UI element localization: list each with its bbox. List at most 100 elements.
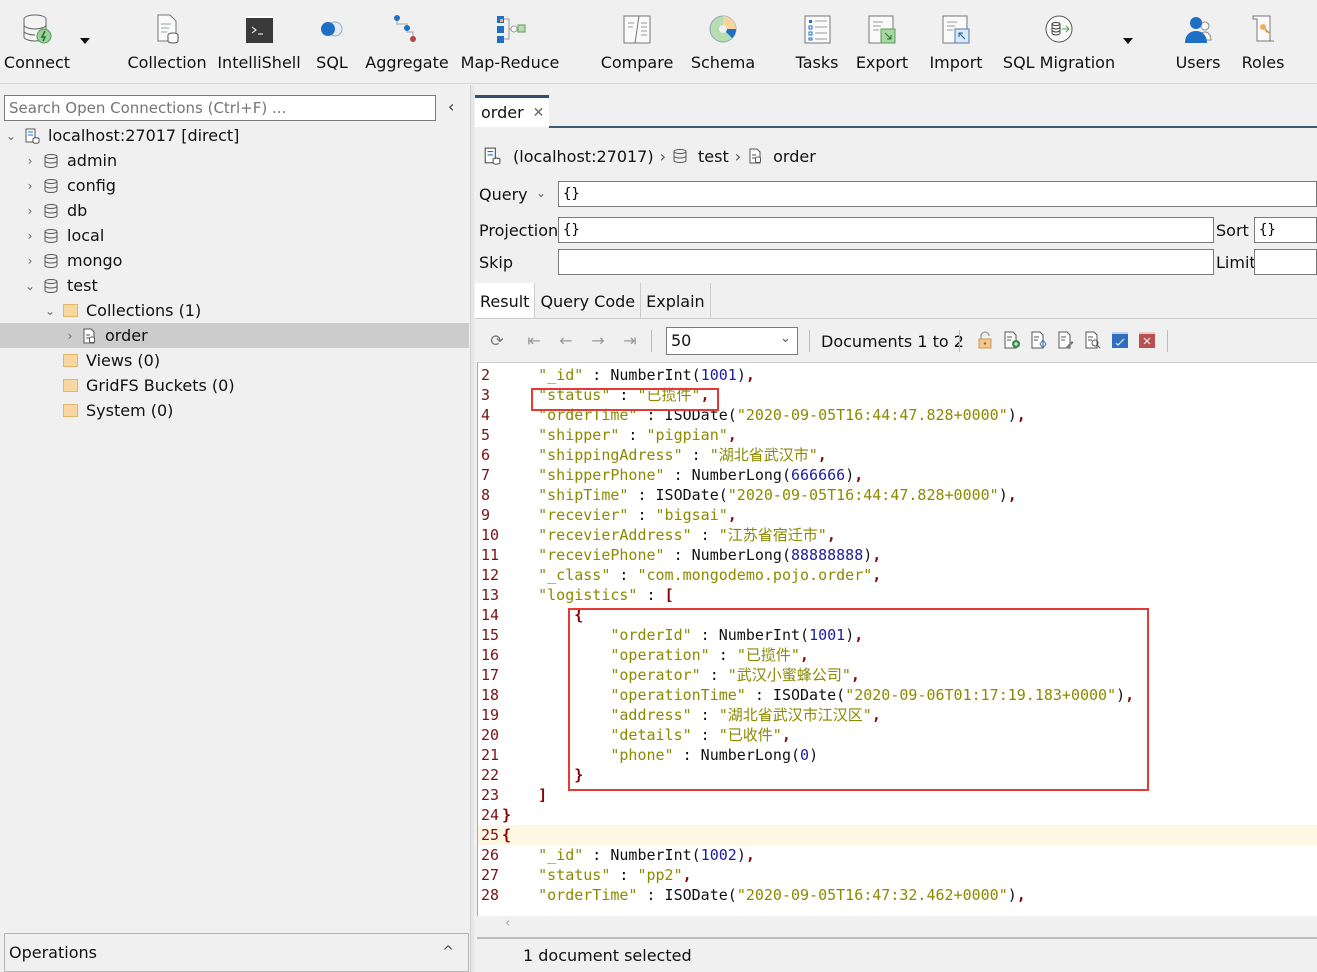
chevron-right-icon[interactable]: › xyxy=(23,154,37,168)
code-line[interactable]: 28 "orderTime" : ISODate("2020-09-05T16:… xyxy=(478,885,1317,905)
breadcrumb-collection[interactable]: order xyxy=(773,147,816,166)
page-size-select[interactable]: 50 ⌄ xyxy=(666,327,798,355)
chevron-down-icon[interactable]: ⌄ xyxy=(23,279,37,293)
code-line[interactable]: 6 "shippingAdress" : "湖北省武汉市", xyxy=(478,445,1317,465)
aggregate-button[interactable]: Aggregate xyxy=(365,12,449,76)
code-line[interactable]: 5 "shipper" : "pigpian", xyxy=(478,425,1317,445)
skip-input[interactable] xyxy=(558,249,1214,275)
intellishell-button[interactable]: IntelliShell xyxy=(217,12,301,76)
json-result-editor[interactable]: 28 "orderTime" : ISODate("2020-09-05T16:… xyxy=(477,362,1317,916)
connect-button[interactable]: Connect xyxy=(4,12,70,76)
tree-db-config[interactable]: › config xyxy=(0,173,469,198)
tab-order[interactable]: order ✕ xyxy=(475,95,549,127)
chevron-up-icon[interactable]: ^ xyxy=(442,944,454,960)
skip-label: Skip xyxy=(479,253,514,272)
query-input[interactable] xyxy=(558,181,1317,207)
line-number: 24 xyxy=(481,806,500,824)
chevron-right-icon[interactable]: › xyxy=(23,179,37,193)
chevron-right-icon[interactable]: › xyxy=(23,204,37,218)
roles-icon xyxy=(1246,12,1280,46)
chevron-right-icon[interactable]: › xyxy=(23,254,37,268)
sql-migration-button[interactable]: SQL Migration xyxy=(1003,12,1115,76)
horizontal-scrollbar[interactable]: ‹ xyxy=(477,915,1317,932)
line-number: 27 xyxy=(481,866,500,884)
query-history-chevron-icon[interactable]: ⌄ xyxy=(536,186,546,200)
code-line[interactable]: 12 "_class" : "com.mongodemo.pojo.order"… xyxy=(478,565,1317,585)
tree-views-folder[interactable]: Views (0) xyxy=(0,348,469,373)
code-line[interactable]: 11 "receviePhone" : NumberLong(88888888)… xyxy=(478,545,1317,565)
sql-button[interactable]: SQL xyxy=(313,12,351,76)
chevron-right-icon[interactable]: › xyxy=(63,329,77,343)
delete-icon[interactable] xyxy=(1138,331,1156,349)
map-reduce-button[interactable]: Map-Reduce xyxy=(461,12,559,76)
schema-button[interactable]: Schema xyxy=(691,12,755,76)
line-number: 11 xyxy=(481,546,500,564)
tree-db-mongo[interactable]: › mongo xyxy=(0,248,469,273)
collection-button[interactable]: Collection xyxy=(127,12,207,76)
tree-gridfs-folder[interactable]: GridFS Buckets (0) xyxy=(0,373,469,398)
chevron-right-icon[interactable]: › xyxy=(23,229,37,243)
tab-explain[interactable]: Explain xyxy=(641,283,711,319)
last-page-icon[interactable]: ⇥ xyxy=(621,331,639,350)
code-token: , xyxy=(826,526,836,544)
lock-icon[interactable] xyxy=(976,331,994,349)
close-tab-icon[interactable]: ✕ xyxy=(533,105,545,121)
scroll-left-icon[interactable]: ‹ xyxy=(505,915,511,931)
breadcrumb-database[interactable]: test xyxy=(698,147,729,166)
tree-connection[interactable]: ⌄ localhost:27017 [direct] xyxy=(0,123,469,148)
first-page-icon[interactable]: ⇤ xyxy=(525,331,543,350)
tree-db-test[interactable]: ⌄ test xyxy=(0,273,469,298)
tree-collection-order[interactable]: › order xyxy=(0,323,469,348)
validate-icon[interactable] xyxy=(1111,331,1129,349)
tree-db-db[interactable]: › db xyxy=(0,198,469,223)
users-button[interactable]: Users xyxy=(1176,12,1220,76)
code-line[interactable]: 25{ xyxy=(478,825,1317,845)
collapse-panel-icon[interactable]: ‹ xyxy=(448,97,454,116)
previous-page-icon[interactable]: ← xyxy=(557,331,575,350)
code-line[interactable]: 9 "recevier" : "bigsai", xyxy=(478,505,1317,525)
code-token: ) xyxy=(736,366,746,384)
operations-panel[interactable]: Operations ^ xyxy=(4,933,469,972)
sort-input[interactable] xyxy=(1254,217,1317,243)
code-token: , xyxy=(727,506,737,524)
tab-query-code[interactable]: Query Code xyxy=(535,283,642,319)
search-connections-input[interactable] xyxy=(4,95,436,121)
clone-document-icon[interactable] xyxy=(1030,331,1048,349)
code-token: 1001 xyxy=(700,366,737,384)
export-button[interactable]: Export xyxy=(855,12,909,76)
code-line[interactable]: 7 "shipperPhone" : NumberLong(666666), xyxy=(478,465,1317,485)
tab-result[interactable]: Result xyxy=(475,283,536,319)
projection-input[interactable] xyxy=(558,217,1214,243)
code-line[interactable]: 2 "_id" : NumberInt(1001), xyxy=(478,365,1317,385)
compare-button[interactable]: Compare xyxy=(601,12,673,76)
connect-dropdown-arrow[interactable] xyxy=(80,38,90,44)
tasks-button[interactable]: Tasks xyxy=(795,12,839,76)
line-number: 21 xyxy=(481,746,500,764)
add-document-icon[interactable] xyxy=(1003,331,1021,349)
edit-document-icon[interactable] xyxy=(1057,331,1075,349)
next-page-icon[interactable]: → xyxy=(589,331,607,350)
tree-system-folder[interactable]: System (0) xyxy=(0,398,469,423)
code-line[interactable]: 27 "status" : "pp2", xyxy=(478,865,1317,885)
refresh-icon[interactable]: ⟳ xyxy=(488,331,506,350)
code-line[interactable]: 10 "recevierAddress" : "江苏省宿迁市", xyxy=(478,525,1317,545)
code-line[interactable]: 8 "shipTime" : ISODate("2020-09-05T16:44… xyxy=(478,485,1317,505)
panel-splitter[interactable] xyxy=(470,85,474,972)
import-button[interactable]: Import xyxy=(928,12,984,76)
code-token: , xyxy=(745,366,755,384)
code-line[interactable]: 26 "_id" : NumberInt(1002), xyxy=(478,845,1317,865)
code-token: "bigsai" xyxy=(655,506,728,524)
breadcrumb-server[interactable]: (localhost:27017) xyxy=(513,147,654,166)
code-line[interactable]: 24} xyxy=(478,805,1317,825)
view-document-icon[interactable] xyxy=(1084,331,1102,349)
sql-migration-dropdown-arrow[interactable] xyxy=(1123,38,1133,44)
tree-collections-folder[interactable]: ⌄ Collections (1) xyxy=(0,298,469,323)
limit-input[interactable] xyxy=(1254,249,1317,275)
roles-button[interactable]: Roles xyxy=(1240,12,1286,76)
code-line[interactable]: 13 "logistics" : [ xyxy=(478,585,1317,605)
tree-db-local[interactable]: › local xyxy=(0,223,469,248)
tree-db-admin[interactable]: › admin xyxy=(0,148,469,173)
database-icon xyxy=(44,178,58,193)
chevron-down-icon[interactable]: ⌄ xyxy=(43,304,57,318)
chevron-down-icon[interactable]: ⌄ xyxy=(4,129,18,143)
